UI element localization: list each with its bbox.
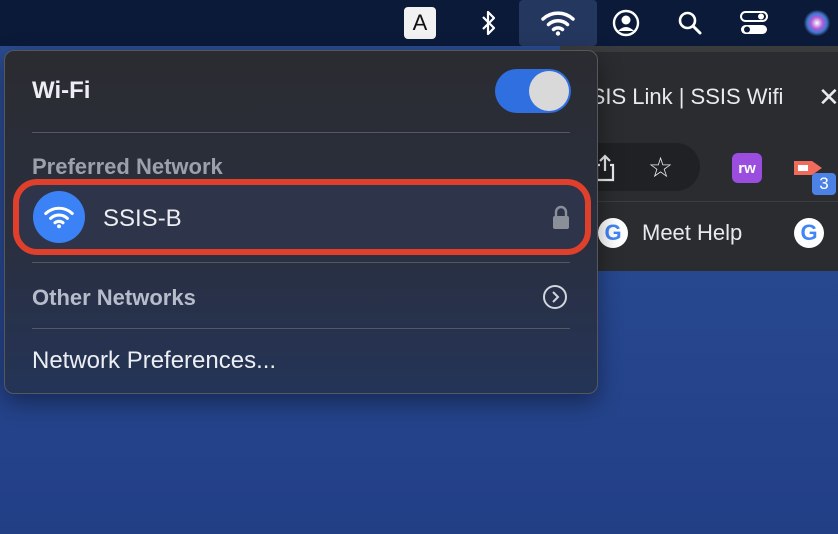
tab-close-button[interactable]: ✕ [818,82,838,113]
bluetooth-menu[interactable] [474,0,504,46]
preferred-network-item[interactable]: SSIS-B [13,179,591,255]
rw-extension-icon[interactable]: rw [732,153,762,183]
input-source-menu[interactable]: A [404,0,436,46]
preferred-network-label: Preferred Network [32,154,223,179]
menu-bar: A [0,0,838,46]
wifi-menu-panel: Wi-Fi Preferred Network SSIS-B Other Net… [4,50,598,394]
lock-icon [553,205,569,229]
wifi-icon [541,11,575,36]
wifi-title: Wi-Fi [32,77,91,104]
search-icon [678,11,702,35]
wifi-toggle[interactable] [495,69,571,113]
tab-title[interactable]: SSIS Link | SSIS Wifi [576,84,802,110]
spotlight-button[interactable] [672,0,708,46]
bluetooth-icon [482,10,496,36]
toggle-knob [529,71,569,111]
siri-icon [804,10,830,36]
bookmark-meet-help[interactable]: Meet Help [642,220,742,246]
chevron-right-icon[interactable] [543,285,567,309]
bookmarks-bar: G Meet Help G [560,201,838,271]
wifi-status-menu[interactable] [519,0,597,46]
browser-window: SSIS Link | SSIS Wifi ✕ ☆ rw 3 G Meet He… [550,46,838,271]
control-center-button[interactable] [734,0,774,46]
browser-toolbar: ☆ rw 3 [550,141,838,201]
tab-strip: SSIS Link | SSIS Wifi ✕ [560,46,838,144]
divider [32,262,570,263]
network-preferences-item[interactable]: Network Preferences... [32,347,276,375]
google-icon[interactable]: G [794,218,824,248]
control-center-icon [740,11,768,34]
other-networks-item[interactable]: Other Networks [32,285,196,311]
user-menu[interactable] [608,0,644,46]
bookmark-star-icon[interactable]: ☆ [648,151,673,184]
input-source-icon: A [404,7,436,39]
network-name: SSIS-B [103,205,182,232]
wifi-network-icon [33,191,85,243]
siri-button[interactable] [800,0,834,46]
google-icon[interactable]: G [598,218,628,248]
extension-badge: 3 [812,173,836,195]
user-icon [612,9,640,37]
divider [32,132,570,133]
divider [32,328,570,329]
